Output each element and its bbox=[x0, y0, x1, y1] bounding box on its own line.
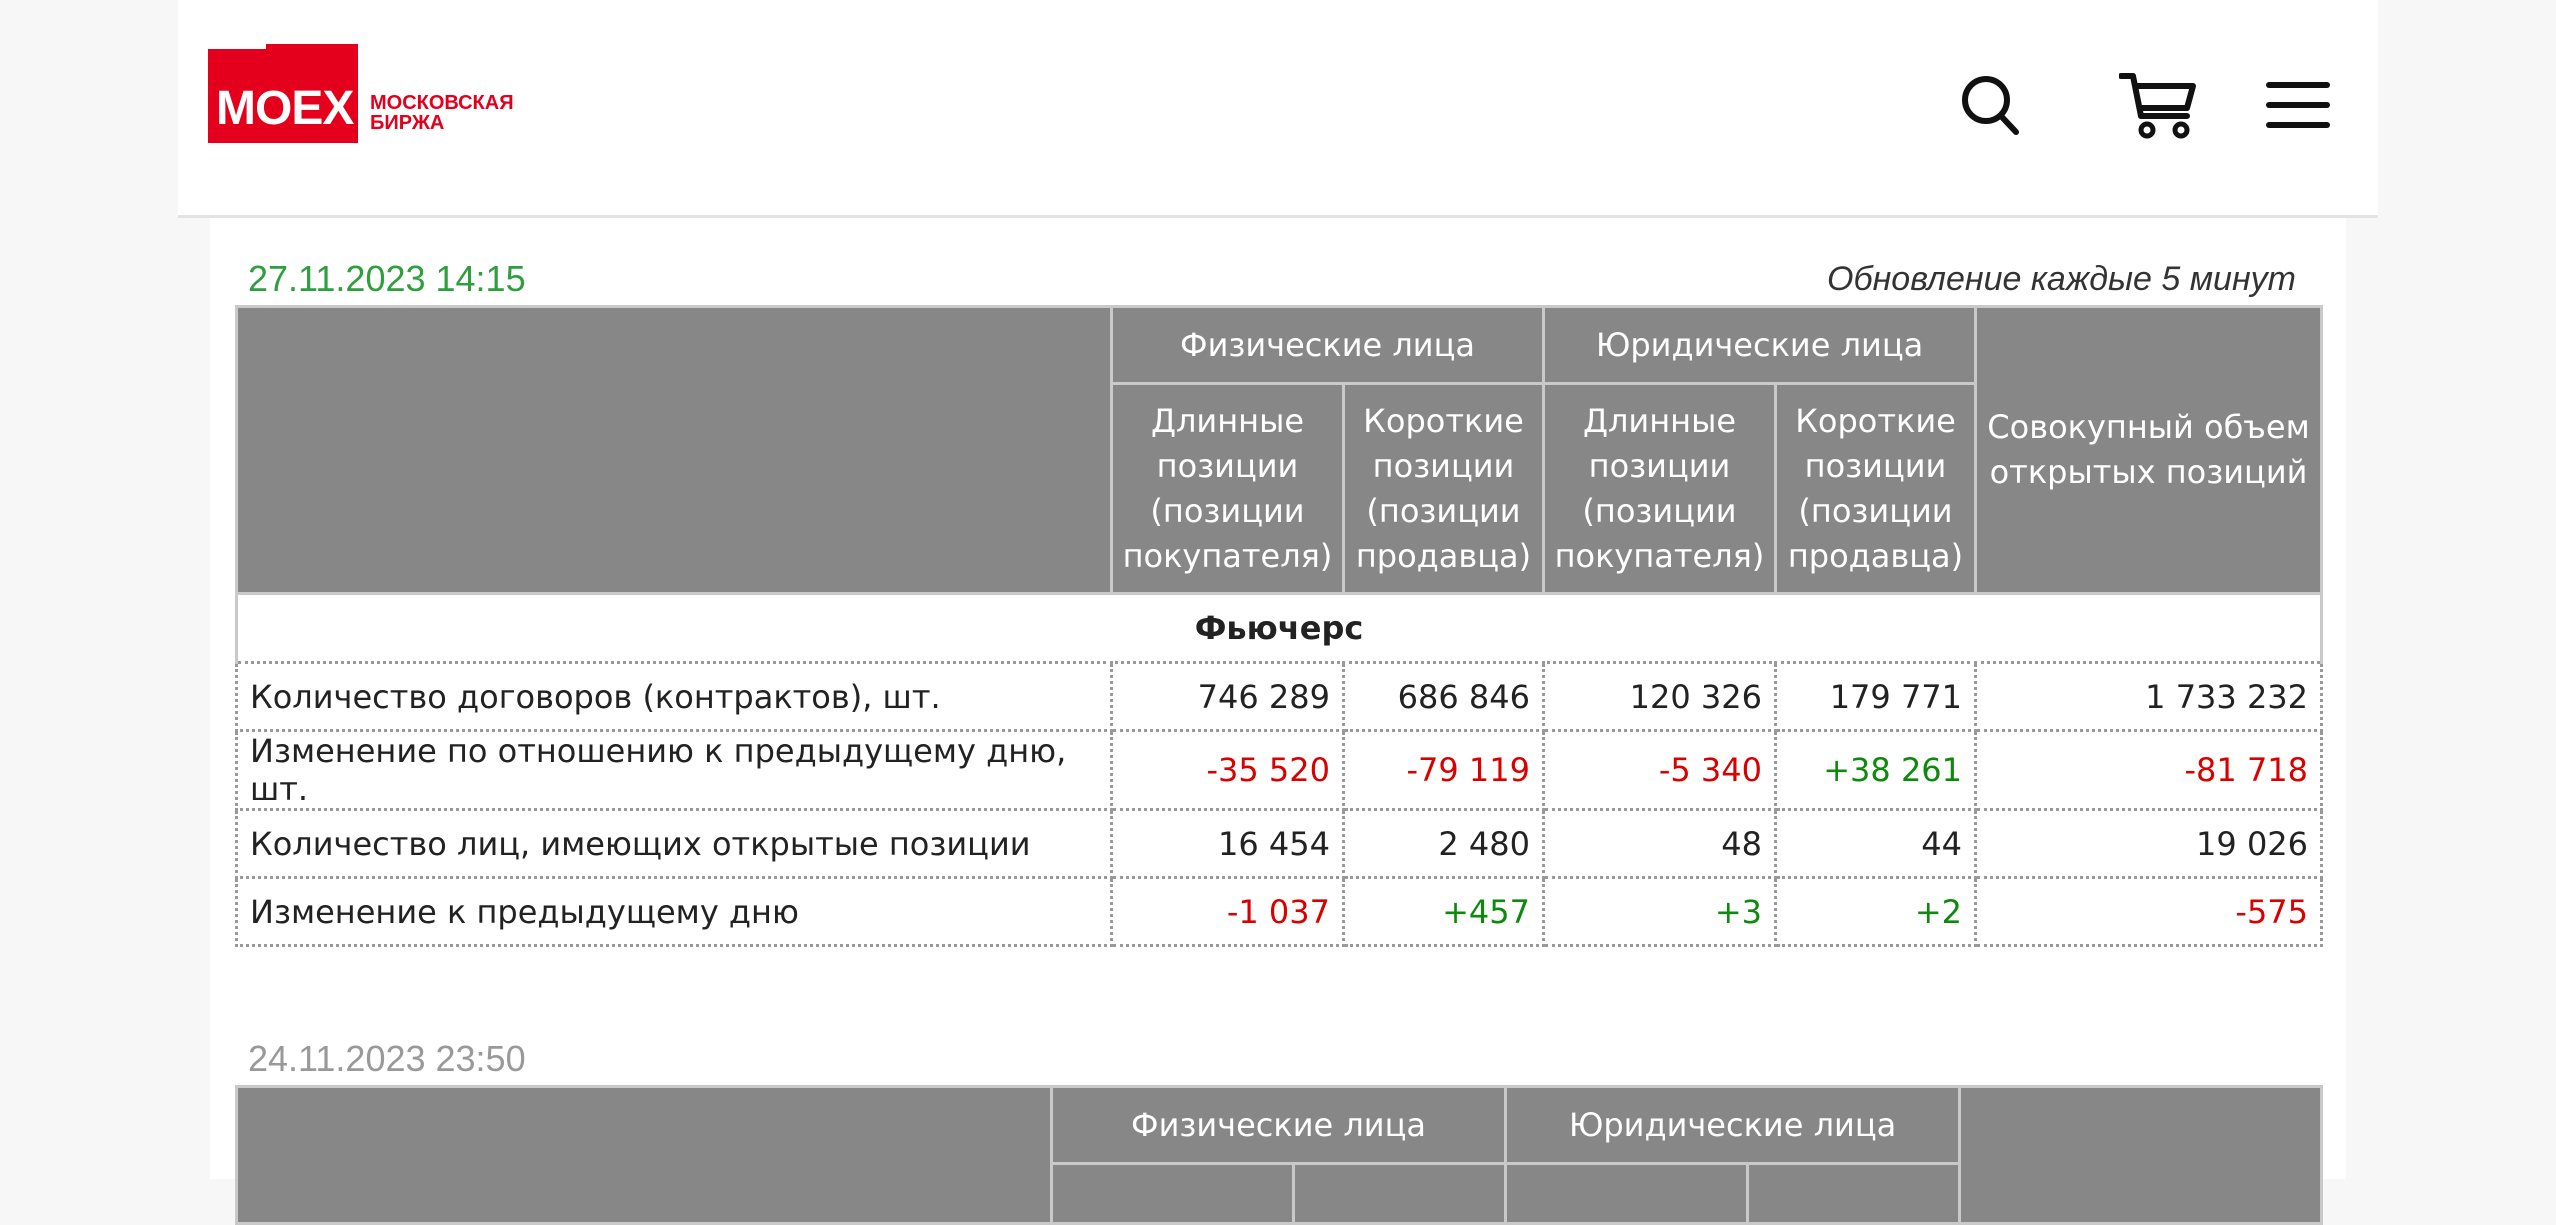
cell-value: 19 026 bbox=[1974, 808, 2324, 879]
report-date-previous: 24.11.2023 23:50 bbox=[248, 1038, 526, 1079]
cart-icon[interactable] bbox=[2118, 70, 2198, 140]
menu-icon[interactable] bbox=[2263, 70, 2333, 140]
group-header-legal-entities: Юридические лица bbox=[1503, 1085, 1962, 1165]
logo-subtitle-line2: БИРЖА bbox=[370, 112, 445, 134]
col-header-total bbox=[1958, 1085, 2324, 1225]
cell-value: 1 733 232 bbox=[1974, 661, 2324, 732]
table-row: Количество лиц, имеющих открытые позиции… bbox=[235, 808, 2324, 879]
cell-value: 746 289 bbox=[1110, 661, 1345, 732]
cell-value: 48 bbox=[1542, 808, 1777, 879]
cell-value: 44 bbox=[1773, 808, 1978, 879]
cell-value: +38 261 bbox=[1773, 729, 1978, 811]
col-header-jur-long bbox=[1504, 1162, 1749, 1225]
cell-value: 2 480 bbox=[1342, 808, 1545, 879]
col-header-jur-long: Длинные позиции (позиции покупателя) bbox=[1542, 382, 1777, 595]
logo-box: MOEX bbox=[208, 49, 358, 143]
cell-value: 120 326 bbox=[1542, 661, 1777, 732]
row-label: Изменение по отношению к предыдущему дню… bbox=[235, 729, 1113, 811]
search-icon[interactable] bbox=[1958, 70, 2022, 140]
col-header-phys-long bbox=[1050, 1162, 1295, 1225]
cell-value: 179 771 bbox=[1773, 661, 1978, 732]
cell-value: -1 037 bbox=[1110, 876, 1345, 947]
cell-value: 686 846 bbox=[1342, 661, 1545, 732]
cell-value: -5 340 bbox=[1542, 729, 1777, 811]
col-header-phys-short bbox=[1292, 1162, 1507, 1225]
row-label: Изменение к предыдущему дню bbox=[235, 876, 1113, 947]
col-header-phys-short: Короткие позиции (позиции продавца) bbox=[1342, 382, 1545, 595]
group-header-legal-entities: Юридические лица bbox=[1541, 305, 1978, 385]
cell-value: +2 bbox=[1773, 876, 1978, 947]
col-header-jur-short: Короткие позиции (позиции продавца) bbox=[1773, 382, 1978, 595]
col-header-jur-short bbox=[1745, 1162, 1962, 1225]
logo-subtitle: МОСКОВСКАЯ БИРЖА bbox=[370, 93, 514, 133]
section-futures: Фьючерс bbox=[234, 592, 2324, 664]
cell-value: -81 718 bbox=[1974, 729, 2324, 811]
open-interest-table-previous: Физические лица Юридические лица bbox=[235, 1085, 2324, 1225]
cell-value: -35 520 bbox=[1110, 729, 1345, 811]
report-date-current: 27.11.2023 14:15 bbox=[248, 258, 526, 299]
col-header-total: Совокупный объем открытых позиций bbox=[1974, 305, 2324, 595]
table-row: Изменение по отношению к предыдущему дню… bbox=[235, 729, 2324, 811]
main-content: 27.11.2023 14:15 Обновление каждые 5 мин… bbox=[210, 218, 2346, 1225]
site-header: MOEX МОСКОВСКАЯ БИРЖА bbox=[178, 0, 2378, 218]
cell-value: -79 119 bbox=[1342, 729, 1545, 811]
table-row: Количество договоров (контрактов), шт. 7… bbox=[235, 661, 2324, 732]
cell-value: +457 bbox=[1342, 876, 1545, 947]
group-header-individuals: Физические лица bbox=[1110, 305, 1545, 385]
row-label: Количество лиц, имеющих открытые позиции bbox=[235, 808, 1113, 879]
header-blank bbox=[235, 305, 1113, 595]
moex-logo[interactable]: MOEX МОСКОВСКАЯ БИРЖА bbox=[208, 44, 514, 145]
cell-value: -575 bbox=[1974, 876, 2324, 947]
logo-subtitle-line1: МОСКОВСКАЯ bbox=[370, 92, 514, 114]
cell-value: +3 bbox=[1542, 876, 1777, 947]
open-interest-table-current: Физические лица Юридические лица Совокуп… bbox=[234, 305, 2324, 947]
cell-value: 16 454 bbox=[1110, 808, 1345, 879]
table-row: Изменение к предыдущему дню -1 037 +457 … bbox=[235, 876, 2324, 947]
row-label: Количество договоров (контрактов), шт. bbox=[235, 661, 1113, 732]
update-note: Обновление каждые 5 минут bbox=[1827, 260, 2296, 298]
group-header-individuals: Физические лица bbox=[1050, 1085, 1507, 1165]
header-blank bbox=[235, 1085, 1053, 1225]
logo-text: MOEX bbox=[216, 82, 354, 135]
col-header-phys-long: Длинные позиции (позиции покупателя) bbox=[1110, 382, 1345, 595]
